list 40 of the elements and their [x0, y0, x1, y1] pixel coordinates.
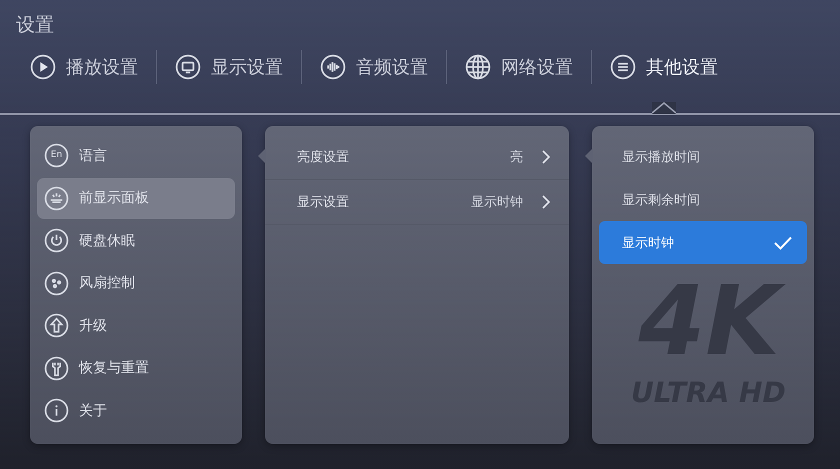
chevron-icon — [541, 149, 551, 165]
globe-icon — [465, 54, 491, 80]
option-item[interactable]: 显示剩余时间 — [599, 178, 807, 221]
info-icon — [44, 398, 69, 423]
fan-icon — [44, 270, 69, 296]
panel-icon — [44, 186, 69, 210]
chevron-icon — [541, 194, 551, 210]
language-icon — [44, 143, 69, 168]
play-icon — [30, 54, 56, 80]
setting-label: 显示设置 — [297, 194, 350, 211]
check-icon — [773, 234, 793, 250]
pointer-icon — [258, 148, 266, 164]
menu-item[interactable]: 关于 — [37, 390, 235, 431]
menu-item[interactable]: 硬盘休眠 — [37, 220, 235, 261]
menu-icon — [610, 54, 636, 80]
menu-item[interactable]: 升级 — [37, 305, 235, 346]
setting-value: 显示时钟 — [471, 194, 523, 211]
setting-row[interactable]: 亮度设置 亮 — [265, 135, 569, 180]
audio-icon — [320, 54, 346, 80]
settings-tab[interactable]: 其他设置 — [592, 50, 736, 84]
monitor-icon — [175, 54, 201, 80]
menu-item[interactable]: 风扇控制 — [37, 262, 235, 304]
window-title: 设置 — [16, 13, 54, 38]
menu-item[interactable]: 前显示面板 — [37, 178, 235, 218]
settings-tab[interactable]: 网络设置 — [447, 50, 591, 84]
settings-tab[interactable]: 显示设置 — [157, 50, 301, 84]
settings-tab[interactable]: 音频设置 — [302, 50, 446, 84]
upgrade-icon — [44, 313, 69, 338]
wrench-icon — [44, 356, 69, 380]
setting-value: 亮 — [510, 149, 523, 166]
menu-item[interactable]: En 语言 — [37, 135, 235, 176]
option-item[interactable]: 显示播放时间 — [599, 135, 807, 178]
settings-tab[interactable]: 播放设置 — [12, 50, 156, 84]
setting-label: 亮度设置 — [297, 149, 350, 166]
option-item[interactable]: 显示时钟 — [599, 221, 807, 264]
setting-row[interactable]: 显示设置 显示时钟 — [265, 180, 569, 225]
menu-item[interactable]: 恢复与重置 — [37, 348, 235, 388]
power-icon — [44, 228, 69, 253]
language-code: En — [50, 151, 62, 160]
pointer-icon — [585, 148, 593, 164]
